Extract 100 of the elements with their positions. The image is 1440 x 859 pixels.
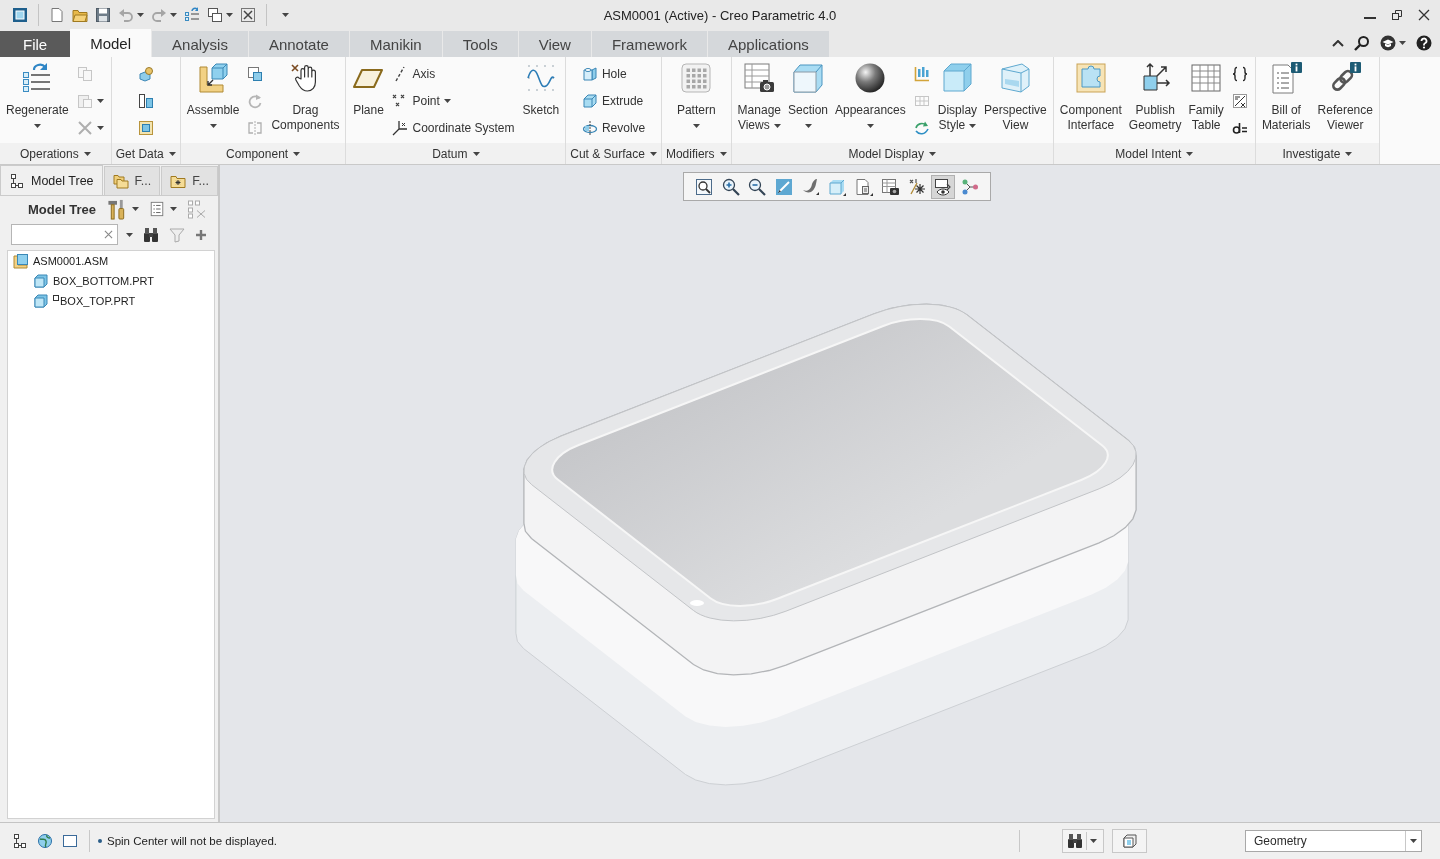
view-mode-button[interactable] — [1112, 829, 1147, 853]
caret-icon — [1090, 839, 1097, 843]
tree-item[interactable]: BOX_BOTTOM.PRT — [53, 275, 155, 287]
puzzle-icon — [1074, 62, 1107, 94]
caret-icon — [472, 151, 480, 156]
ribbon-button[interactable]: Axis — [388, 61, 519, 87]
panel-title: Model Tree — [28, 201, 96, 217]
minimize-icon — [1363, 16, 1376, 19]
ribbon-button[interactable]: Extrude — [577, 88, 650, 114]
message-dot-icon — [98, 839, 102, 843]
nodes-icon — [960, 177, 979, 196]
ribbon-group-button[interactable]: Model Intent — [1053, 143, 1255, 164]
ribbon-group-button[interactable]: Get Data — [111, 143, 180, 164]
table-camera-icon — [881, 177, 900, 196]
list-icon — [148, 201, 165, 217]
ribbon-group-button[interactable]: Model Display — [731, 143, 1053, 164]
caret-icon — [1399, 41, 1406, 45]
ribbon-group-button[interactable]: Cut & Surface — [566, 143, 661, 164]
ribbon-group-button[interactable]: Modifiers — [661, 143, 731, 164]
ribbon-button[interactable]: Pattern — [673, 60, 719, 140]
ribbon-button[interactable]: Bill of Materials — [1258, 60, 1314, 140]
bracket-cube-icon — [197, 62, 230, 94]
chain-info-icon — [1329, 62, 1362, 94]
window-icon — [61, 833, 78, 849]
ribbon-tab[interactable]: Tools — [442, 31, 518, 57]
ribbon-group-button[interactable]: Component — [180, 143, 346, 164]
help-icon — [1416, 35, 1432, 51]
caret-icon — [131, 207, 139, 211]
ribbon-button[interactable]: Drag Components — [268, 60, 343, 140]
caret-icon — [719, 151, 727, 156]
ribbon-tab[interactable]: Applications — [707, 31, 829, 57]
ribbon-tab[interactable]: View — [518, 31, 591, 57]
panel-tab[interactable]: F... — [161, 166, 218, 195]
tree-item[interactable]: ASM0001.ASM — [33, 255, 109, 267]
perspective-box-icon — [999, 62, 1032, 94]
ribbon-button[interactable]: Hole — [577, 61, 650, 87]
ribbon-group-button[interactable]: Datum — [346, 143, 566, 164]
ribbon-button[interactable]: Manage Views — [734, 60, 784, 140]
graduation-cap-icon — [1380, 35, 1396, 51]
zoom-out-icon — [748, 177, 767, 196]
ribbon-tab[interactable]: File — [0, 31, 71, 57]
ribbon-button[interactable]: Section — [785, 60, 831, 140]
binoculars-icon — [1067, 833, 1083, 849]
window-title: ASM0001 (Active) - Creo Parametric 4.0 — [603, 6, 837, 23]
caret-icon — [1410, 839, 1417, 843]
sine-wave-icon — [524, 62, 557, 94]
ribbon-tab[interactable]: Analysis — [152, 31, 248, 57]
ribbon-tab[interactable]: Model — [70, 29, 152, 57]
ribbon-group-button[interactable]: Investigate — [1255, 143, 1379, 164]
document-info-icon — [1270, 62, 1303, 94]
app-icon — [12, 6, 28, 23]
ribbon-button[interactable]: Display Style — [934, 60, 981, 140]
ribbon-button[interactable]: Perspective View — [981, 60, 1050, 140]
ribbon-button[interactable]: Family Table — [1185, 60, 1227, 140]
ribbon-button[interactable]: Publish Geometry — [1125, 60, 1185, 140]
ribbon-button[interactable]: Sketch — [519, 60, 563, 140]
panel-tab[interactable]: Model Tree — [0, 165, 103, 195]
assembly-icon — [13, 253, 29, 269]
caret-icon — [928, 151, 936, 156]
ribbon-tab[interactable]: Manikin — [349, 31, 442, 57]
search-icon — [1354, 35, 1370, 51]
ribbon-button[interactable]: Component Interface — [1056, 60, 1125, 140]
tree-icon — [11, 833, 28, 849]
find-button[interactable] — [1062, 829, 1104, 853]
caret-icon — [169, 207, 177, 211]
ribbon-button[interactable]: Plane — [349, 60, 388, 140]
ribbon-button[interactable]: Assemble — [183, 60, 243, 140]
ribbon-button[interactable]: Point — [388, 88, 519, 114]
caret-icon — [126, 232, 133, 237]
view-button[interactable] — [931, 174, 956, 199]
caret-icon — [83, 151, 91, 156]
part-icon — [33, 293, 49, 309]
pencil-square-icon — [774, 177, 793, 196]
clear-icon[interactable] — [104, 230, 113, 239]
restore-icon — [1390, 8, 1403, 21]
ribbon-button[interactable]: Reference Viewer — [1314, 60, 1376, 140]
tree-item[interactable]: BOX_TOP.PRT — [60, 295, 136, 307]
caret-icon — [649, 151, 657, 156]
part-icon — [33, 273, 49, 289]
ribbon-button[interactable]: Coordinate System — [388, 115, 519, 141]
search-field[interactable] — [11, 224, 118, 245]
ribbon-group-button[interactable]: Operations — [0, 143, 111, 164]
status-message: Spin Center will not be displayed. — [107, 835, 278, 847]
ribbon-button[interactable]: Regenerate — [3, 60, 72, 140]
panel-tab[interactable]: F... — [103, 166, 161, 195]
close-icon — [1417, 8, 1430, 21]
chevron-up-icon — [1332, 39, 1344, 47]
table-camera-icon — [743, 62, 776, 94]
hammer-screwdriver-icon — [106, 198, 127, 220]
globe-icon — [36, 833, 53, 849]
zoom-fit-icon — [695, 177, 713, 196]
selection-filter-dropdown[interactable]: Geometry — [1245, 830, 1422, 852]
ribbon-button[interactable]: Appearances — [832, 60, 909, 140]
ribbon-tab[interactable]: Framework — [591, 31, 707, 57]
ribbon-button[interactable]: Revolve — [577, 115, 650, 141]
folder-star-icon — [170, 173, 187, 189]
binoculars-icon — [143, 226, 159, 243]
slab-icon — [792, 62, 824, 94]
ribbon-tab[interactable]: Annotate — [248, 31, 349, 57]
plus-icon — [195, 228, 207, 241]
